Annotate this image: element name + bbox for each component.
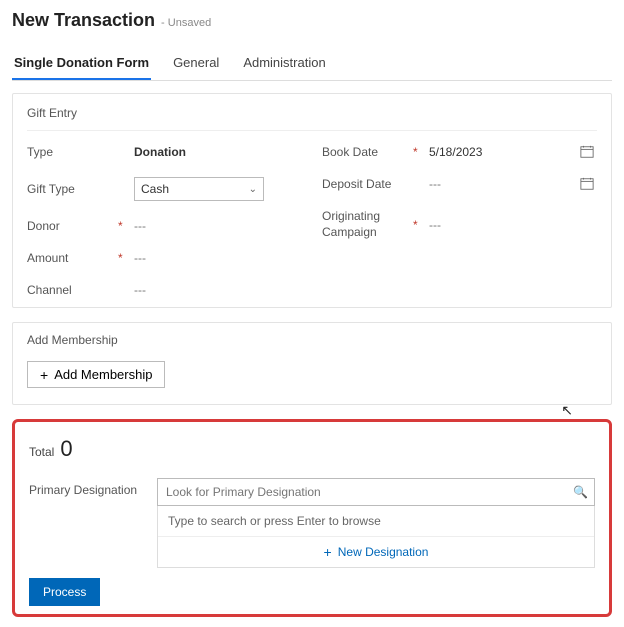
calendar-icon[interactable] (577, 177, 597, 191)
chevron-down-icon: ⌄ (249, 184, 257, 195)
required-marker: * (118, 219, 128, 233)
process-button[interactable]: Process (29, 578, 100, 606)
total-label: Total (29, 445, 54, 459)
amount-value[interactable]: --- (134, 251, 302, 265)
tab-general[interactable]: General (171, 49, 221, 80)
designation-section: ↖ Total 0 Primary Designation 🔍 Type to … (12, 419, 612, 617)
required-marker: * (118, 251, 128, 265)
new-designation-button[interactable]: + New Designation (158, 536, 594, 567)
new-designation-label: New Designation (338, 545, 429, 559)
total-value: 0 (60, 436, 72, 462)
type-label: Type (27, 145, 112, 159)
deposit-date-label: Deposit Date (322, 177, 407, 191)
tab-administration[interactable]: Administration (241, 49, 327, 80)
plus-icon: + (40, 368, 48, 382)
required-marker: * (413, 218, 423, 232)
form-tabs: Single Donation Form General Administrat… (12, 49, 612, 81)
add-membership-title: Add Membership (27, 333, 597, 347)
page-title: New Transaction (12, 10, 155, 31)
channel-label: Channel (27, 283, 112, 297)
deposit-date-value[interactable]: --- (429, 177, 571, 191)
gift-type-select[interactable]: Cash ⌄ (134, 177, 264, 201)
required-marker: * (413, 145, 423, 159)
book-date-label: Book Date (322, 145, 407, 159)
type-value[interactable]: Donation (134, 145, 302, 159)
gift-entry-card: Gift Entry Type Donation Gift Type Cash … (12, 93, 612, 308)
primary-designation-label: Primary Designation (29, 478, 149, 497)
donor-value[interactable]: --- (134, 219, 302, 233)
add-membership-card: Add Membership + Add Membership (12, 322, 612, 405)
search-icon[interactable]: 🔍 (573, 485, 588, 499)
calendar-icon[interactable] (577, 145, 597, 159)
primary-designation-input[interactable] (164, 484, 573, 500)
add-membership-button[interactable]: + Add Membership (27, 361, 165, 388)
lookup-hint: Type to search or press Enter to browse (158, 506, 594, 536)
orig-campaign-label: Originating Campaign (322, 209, 407, 240)
plus-icon: + (324, 545, 332, 559)
gift-type-label: Gift Type (27, 182, 112, 196)
add-membership-button-label: Add Membership (54, 367, 152, 382)
amount-label: Amount (27, 251, 112, 265)
channel-value[interactable]: --- (134, 283, 302, 297)
page-header: New Transaction - Unsaved (12, 10, 612, 31)
donor-label: Donor (27, 219, 112, 233)
save-status: - Unsaved (161, 17, 211, 29)
book-date-value[interactable]: 5/18/2023 (429, 145, 571, 159)
orig-campaign-value[interactable]: --- (429, 218, 571, 232)
gift-type-value: Cash (141, 182, 169, 196)
tab-single-donation-form[interactable]: Single Donation Form (12, 49, 151, 80)
primary-designation-dropdown: Type to search or press Enter to browse … (157, 506, 595, 568)
gift-entry-title: Gift Entry (27, 104, 597, 131)
